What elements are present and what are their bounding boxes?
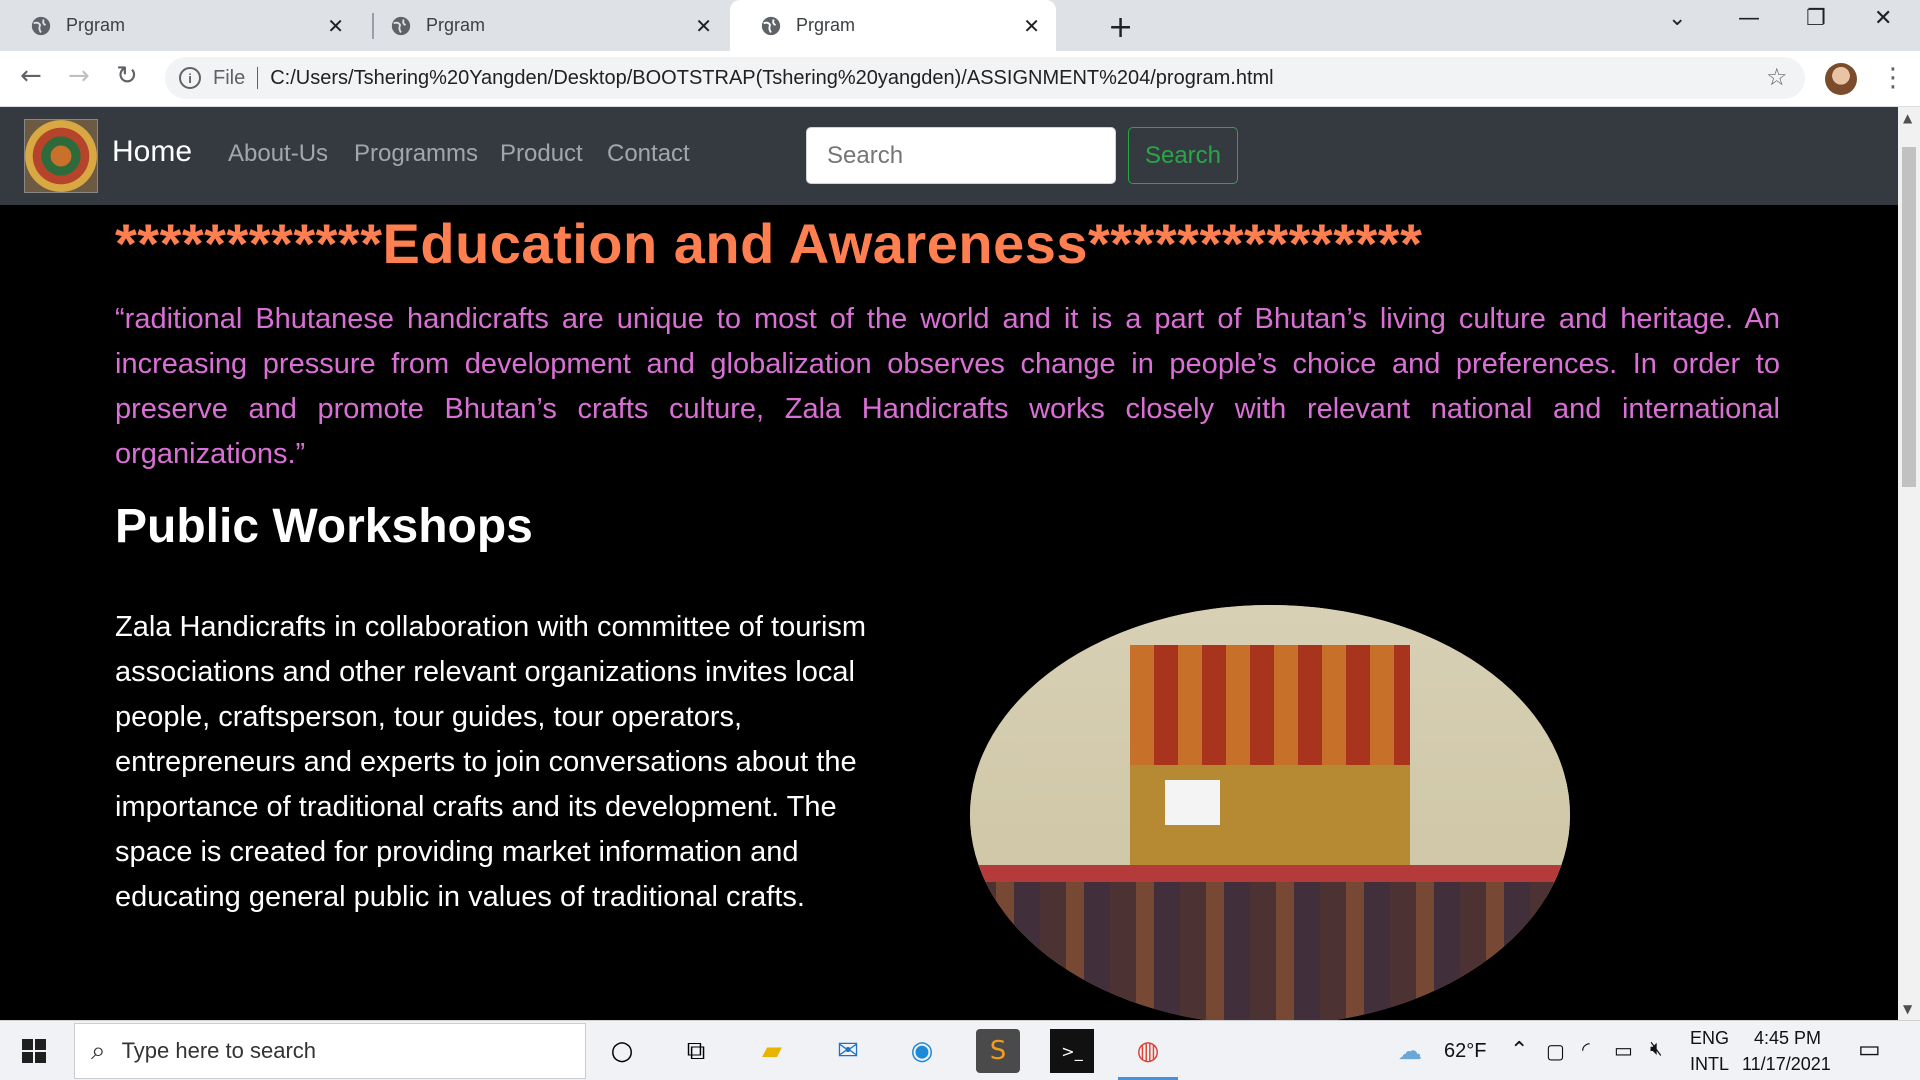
section-paragraph: Zala Handicrafts in collaboration with c… — [115, 611, 867, 913]
forward-arrow-icon[interactable]: → — [68, 61, 90, 91]
globe-icon — [31, 16, 51, 35]
search-button[interactable]: Search — [1128, 127, 1238, 184]
close-tab-icon[interactable]: ✕ — [1023, 14, 1040, 39]
close-window-icon[interactable]: ✕ — [1874, 6, 1892, 31]
divider — [257, 67, 259, 89]
tab-title: Prgram — [426, 15, 486, 35]
url-text[interactable]: C:/Users/Tshering%20Yangden/Desktop/BOOT… — [270, 67, 1273, 90]
windows-start-icon[interactable] — [22, 1039, 46, 1063]
close-tab-icon[interactable]: ✕ — [695, 14, 712, 39]
cortana-icon[interactable]: ○ — [600, 1029, 644, 1073]
info-icon[interactable]: i — [179, 67, 201, 89]
nav-link-product[interactable]: Product — [500, 140, 583, 168]
weather-temp[interactable]: 62°F — [1444, 1040, 1486, 1063]
sublime-text-icon[interactable]: S — [976, 1029, 1020, 1073]
address-bar[interactable]: i File C:/Users/Tshering%20Yangden/Deskt… — [165, 57, 1805, 99]
search-input[interactable] — [806, 127, 1116, 184]
workshop-photo — [970, 605, 1570, 1020]
browser-tab-2[interactable]: Prgram ✕ — [360, 0, 728, 51]
nav-home-link[interactable]: Home — [112, 135, 192, 169]
scrollbar-thumb[interactable] — [1902, 147, 1916, 487]
nav-link-programs[interactable]: Programms — [354, 140, 478, 168]
browser-tab-active[interactable]: Prgram ✕ — [730, 0, 1056, 51]
language-top[interactable]: ENG — [1690, 1028, 1729, 1049]
profile-avatar[interactable] — [1825, 63, 1857, 95]
menu-kebab-icon[interactable]: ⋮ — [1880, 63, 1906, 93]
terminal-icon[interactable]: >_ — [1050, 1029, 1094, 1073]
page-heading: ************Education and Awareness*****… — [115, 212, 1423, 275]
file-explorer-icon[interactable]: ▰ — [750, 1029, 794, 1073]
bookmark-star-icon[interactable]: ☆ — [1766, 63, 1788, 91]
meet-now-icon[interactable]: ▢ — [1546, 1039, 1565, 1064]
globe-icon — [761, 16, 781, 35]
volume-muted-icon[interactable]: 🔇︎ — [1650, 1038, 1663, 1061]
chrome-icon[interactable]: ◍ — [1126, 1029, 1170, 1073]
page-viewport: Home About-Us Programms Product Contact … — [0, 107, 1898, 1020]
wifi-icon[interactable]: ◜ — [1582, 1037, 1590, 1062]
intro-paragraph: “raditional Bhutanese handicrafts are un… — [115, 303, 1780, 470]
photo-projection-screen — [1165, 780, 1220, 825]
battery-icon[interactable]: ▭ — [1614, 1038, 1633, 1063]
scroll-down-icon[interactable]: ▼ — [1903, 1002, 1912, 1016]
site-logo[interactable] — [24, 119, 98, 193]
minimize-icon[interactable]: — — [1738, 6, 1760, 31]
weather-cloud-icon[interactable]: ☁ — [1398, 1037, 1422, 1066]
task-view-icon[interactable]: ⧉ — [674, 1029, 718, 1073]
clock-time[interactable]: 4:45 PM — [1754, 1028, 1821, 1049]
tab-strip: Prgram ✕ Prgram ✕ Prgram ✕ + ⌄ — ❐ ✕ — [0, 0, 1920, 51]
browser-tab-1[interactable]: Prgram ✕ — [0, 0, 360, 51]
reload-icon[interactable]: ↻ — [116, 61, 138, 91]
clock-date[interactable]: 11/17/2021 — [1742, 1054, 1831, 1075]
language-bottom[interactable]: INTL — [1690, 1054, 1729, 1075]
scheme-label: File — [213, 66, 246, 89]
page-scrollbar[interactable]: ▲ ▼ — [1898, 107, 1920, 1020]
photo-audience — [970, 882, 1570, 1020]
taskbar-search-box[interactable]: ⌕ Type here to search — [74, 1023, 586, 1079]
scroll-up-icon[interactable]: ▲ — [1903, 111, 1912, 125]
browser-toolbar: ← → ↻ i File C:/Users/Tshering%20Yangden… — [0, 51, 1920, 107]
site-navbar: Home About-Us Programms Product Contact … — [0, 107, 1898, 205]
nav-link-about[interactable]: About-Us — [228, 140, 328, 168]
edge-browser-icon[interactable]: ◉ — [900, 1029, 944, 1073]
mail-icon[interactable]: ✉ — [826, 1029, 870, 1073]
globe-icon — [391, 16, 411, 35]
restore-icon[interactable]: ❐ — [1806, 6, 1826, 31]
windows-taskbar: ⌕ Type here to search ○ ⧉ ▰ ✉ ◉ S >_ ◍ ☁… — [0, 1020, 1920, 1080]
tab-title: Prgram — [66, 15, 126, 35]
nav-link-contact[interactable]: Contact — [607, 140, 690, 168]
new-tab-icon[interactable]: + — [1108, 10, 1133, 45]
tab-search-chevron-icon[interactable]: ⌄ — [1668, 6, 1686, 31]
notification-icon[interactable]: ▭ — [1858, 1035, 1881, 1064]
tray-chevron-icon[interactable]: ⌃ — [1510, 1037, 1528, 1063]
back-arrow-icon[interactable]: ← — [20, 61, 42, 91]
section-title: Public Workshops — [115, 500, 533, 553]
photo-stage-banner — [1130, 645, 1410, 765]
search-icon: ⌕ — [91, 1035, 106, 1065]
tab-title: Prgram — [796, 15, 856, 35]
taskbar-search-placeholder: Type here to search — [121, 1038, 317, 1063]
close-tab-icon[interactable]: ✕ — [327, 14, 344, 39]
